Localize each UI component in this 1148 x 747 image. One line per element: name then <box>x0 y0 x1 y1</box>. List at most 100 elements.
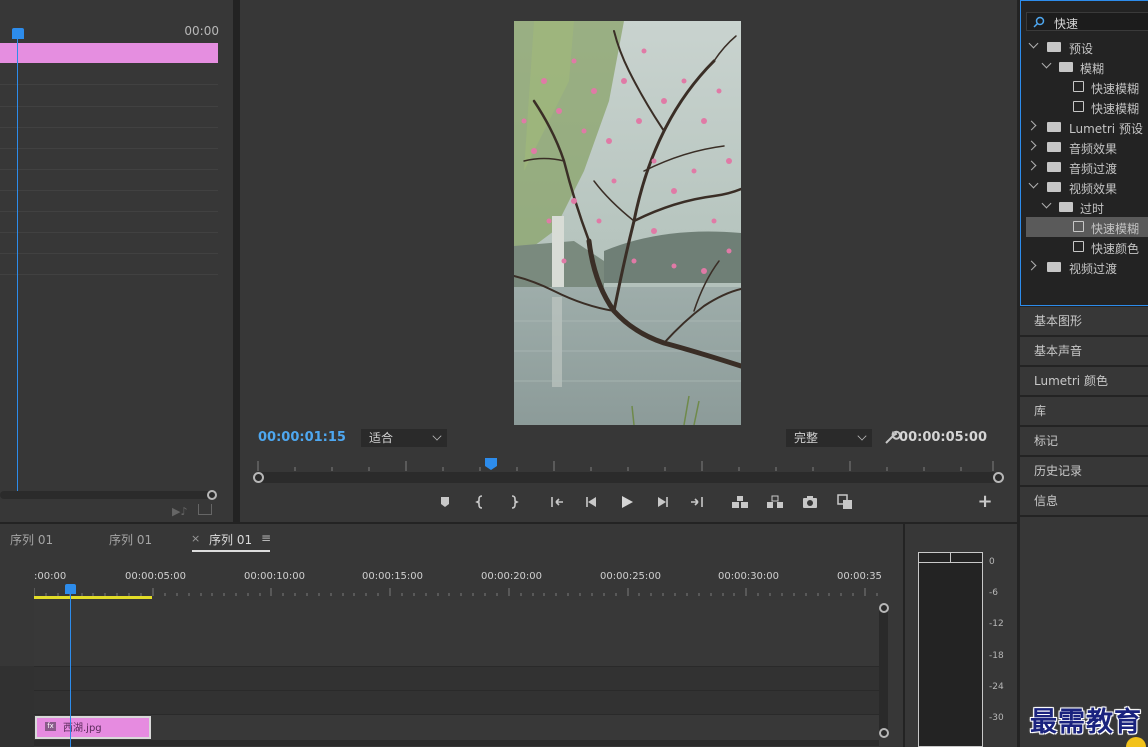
work-area-bar[interactable] <box>34 596 152 599</box>
tree-item-blur-presets[interactable]: 模糊 <box>1026 57 1148 77</box>
tree-item-preset[interactable]: 快速模糊 <box>1026 97 1148 117</box>
meter-label: -30 <box>989 713 1004 723</box>
tree-item-lumetri-presets[interactable]: Lumetri 预设 <box>1026 117 1148 137</box>
lift-icon[interactable] <box>730 492 750 512</box>
folder-icon <box>1047 262 1061 272</box>
tree-item-video-transitions[interactable]: 视频过渡 <box>1026 257 1148 277</box>
vscroll-bottom-handle[interactable] <box>879 728 889 738</box>
track-divider <box>0 253 218 254</box>
tab-sequence-2[interactable]: 序列 01 <box>109 531 152 548</box>
ruler-label: 00:00:10:00 <box>244 571 306 582</box>
timeline-clip[interactable]: fx 西湖.jpg <box>35 716 151 739</box>
insert-icon[interactable]: ▶♪ <box>172 505 187 518</box>
add-marker-icon[interactable] <box>435 492 455 512</box>
timeline-playhead[interactable] <box>70 592 71 747</box>
panel-menu-icon[interactable]: ≡ <box>261 531 271 545</box>
program-duration-timecode: 00:00:05:00 <box>899 430 987 445</box>
timeline-vertical-scrollbar[interactable] <box>879 605 888 737</box>
effects-panel: 快速 预设 模糊 快速模糊 快速模糊 Lumetri 预设 音频效果 音频过渡 … <box>1020 0 1148 306</box>
preset-folder-icon <box>1059 62 1073 72</box>
timeline-horizontal-scrollbar[interactable] <box>34 740 879 746</box>
ruler-label: 00:00:05:00 <box>125 571 187 582</box>
panel-essential-graphics[interactable]: 基本图形 <box>1020 307 1148 336</box>
tree-label: 过时 <box>1080 202 1105 216</box>
video-track[interactable] <box>34 666 879 690</box>
tree-item-audio-transitions[interactable]: 音频过渡 <box>1026 157 1148 177</box>
panel-libraries[interactable]: 库 <box>1020 397 1148 426</box>
program-current-timecode[interactable]: 00:00:01:15 <box>258 430 346 445</box>
timeline-panel: 序列 01 序列 01 × 序列 01 ≡ :00:00 00:00:05:00… <box>0 524 903 747</box>
panel-history[interactable]: 历史记录 <box>1020 457 1148 486</box>
go-to-out-icon[interactable] <box>687 492 707 512</box>
peach-blossom-scene <box>514 21 741 425</box>
tree-label: 音频效果 <box>1069 142 1118 156</box>
track-divider <box>0 127 218 128</box>
video-track[interactable] <box>34 690 879 714</box>
panel-info[interactable]: 信息 <box>1020 487 1148 516</box>
search-value: 快速 <box>1054 17 1079 31</box>
overwrite-icon[interactable] <box>198 504 212 515</box>
vscroll-top-handle[interactable] <box>879 603 889 613</box>
tree-item-fast-color[interactable]: 快速颜色 <box>1026 237 1148 257</box>
chevron-right-icon <box>1026 120 1037 131</box>
timeline-ruler-ticks[interactable] <box>34 588 879 598</box>
extract-icon[interactable] <box>765 492 785 512</box>
fx-badge-icon: fx <box>45 722 56 731</box>
source-playhead[interactable] <box>17 36 18 491</box>
mark-in-icon[interactable] <box>471 492 491 512</box>
quality-select[interactable]: 完整 <box>786 429 872 447</box>
source-scrollbar[interactable] <box>0 491 212 499</box>
step-back-icon[interactable] <box>582 492 602 512</box>
folder-icon <box>1047 162 1061 172</box>
chevron-right-icon <box>1026 260 1037 271</box>
wrench-icon[interactable] <box>884 429 900 445</box>
meter-label: -12 <box>989 619 1004 629</box>
search-icon <box>1033 16 1045 28</box>
tree-item-fast-blur-selected[interactable]: 快速模糊 <box>1026 217 1148 237</box>
ruler-label: 00:00:35 <box>837 571 882 582</box>
tab-sequence-1[interactable]: 序列 01 <box>10 531 53 548</box>
program-monitor-panel: 00:00:01:15 适合 完整 00:00:05:00 + <box>240 0 1017 522</box>
preset-icon <box>1073 101 1084 112</box>
chevron-down-icon <box>1041 198 1052 209</box>
program-scrub-bar[interactable] <box>253 472 998 483</box>
source-clip-bar[interactable] <box>0 43 218 63</box>
panel-lumetri-color[interactable]: Lumetri 颜色 <box>1020 367 1148 396</box>
program-time-ruler[interactable] <box>253 457 998 473</box>
source-scroll-handle[interactable] <box>207 490 217 500</box>
chevron-right-icon <box>1026 140 1037 151</box>
fit-select[interactable]: 适合 <box>361 429 447 447</box>
tab-sequence-active[interactable]: 序列 01 <box>209 531 252 548</box>
chevron-right-icon <box>1026 160 1037 171</box>
ruler-label: 00:00:30:00 <box>718 571 780 582</box>
scrub-end-handle[interactable] <box>993 472 1004 483</box>
source-monitor-panel: 00:00 ▶♪ <box>0 0 233 522</box>
track-divider <box>0 190 218 191</box>
play-icon[interactable] <box>617 492 637 512</box>
source-playhead-handle[interactable] <box>12 28 24 39</box>
tree-item-video-effects[interactable]: 视频效果 <box>1026 177 1148 197</box>
mark-out-icon[interactable] <box>503 492 523 512</box>
step-forward-icon[interactable] <box>652 492 672 512</box>
comparison-view-icon[interactable] <box>835 492 855 512</box>
meter-label: 0 <box>989 557 995 567</box>
effects-search-input[interactable]: 快速 <box>1026 12 1148 31</box>
panel-essential-sound[interactable]: 基本声音 <box>1020 337 1148 366</box>
tree-label: 音频过渡 <box>1069 162 1118 176</box>
video-track[interactable] <box>34 714 879 738</box>
go-to-in-icon[interactable] <box>547 492 567 512</box>
meter-peak-line <box>919 562 982 563</box>
track-divider <box>0 148 218 149</box>
panel-markers[interactable]: 标记 <box>1020 427 1148 456</box>
add-button-icon[interactable]: + <box>975 492 995 512</box>
tree-label: 预设 <box>1069 42 1094 56</box>
tree-item-presets[interactable]: 预设 <box>1026 37 1148 57</box>
tree-item-audio-effects[interactable]: 音频效果 <box>1026 137 1148 157</box>
tree-label: Lumetri 预设 <box>1069 122 1143 136</box>
camera-icon[interactable] <box>800 492 820 512</box>
close-icon[interactable]: × <box>191 532 200 545</box>
scrub-start-handle[interactable] <box>253 472 264 483</box>
tree-item-obsolete[interactable]: 过时 <box>1026 197 1148 217</box>
tree-item-preset[interactable]: 快速模糊 <box>1026 77 1148 97</box>
track-divider <box>0 232 218 233</box>
